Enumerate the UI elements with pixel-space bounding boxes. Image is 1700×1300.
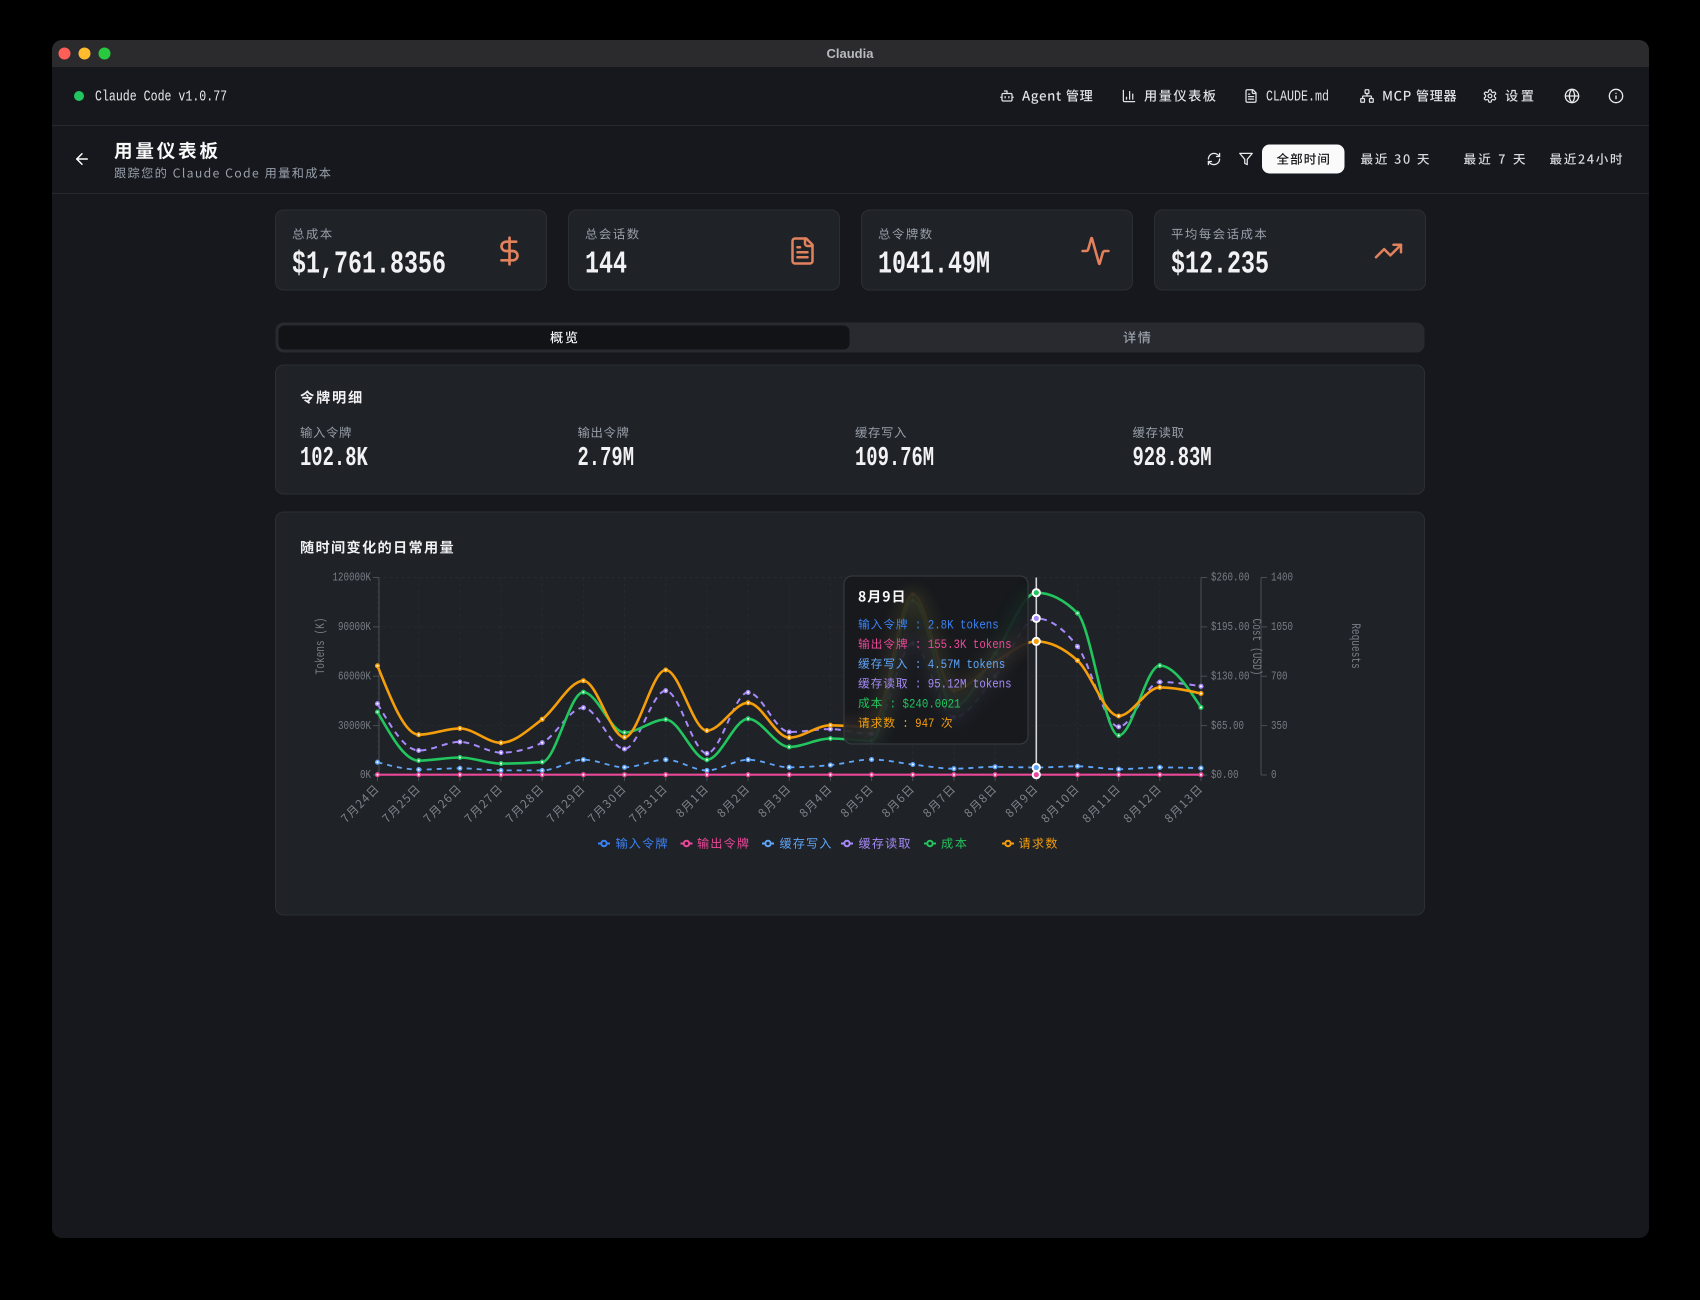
svg-text:109.76M: 109.76M — [855, 444, 934, 474]
svg-text:120000K: 120000K — [333, 571, 372, 585]
svg-text:1400: 1400 — [1271, 571, 1293, 585]
svg-text:Claude Code v1.0.77: Claude Code v1.0.77 — [95, 90, 227, 106]
svg-text:2.79M: 2.79M — [578, 444, 635, 474]
svg-text:Requests: Requests — [1348, 623, 1363, 669]
svg-text:1041.49M: 1041.49M — [878, 248, 990, 283]
svg-text:: 4.57M tokens: : 4.57M tokens — [908, 657, 1005, 672]
svg-text:102.8K: 102.8K — [300, 444, 368, 474]
svg-text:700: 700 — [1271, 670, 1288, 684]
svg-text:$130.00: $130.00 — [1211, 670, 1250, 684]
svg-text:CLAUDE.md: CLAUDE.md — [1266, 90, 1329, 106]
svg-text:$12.235: $12.235 — [1171, 248, 1269, 283]
svg-text:: 2.8K tokens: : 2.8K tokens — [908, 618, 998, 633]
svg-text:928.83M: 928.83M — [1133, 444, 1212, 474]
svg-text:$260.00: $260.00 — [1211, 571, 1250, 585]
svg-text:1050: 1050 — [1271, 620, 1293, 634]
svg-text:Cost (USD): Cost (USD) — [1249, 619, 1264, 676]
svg-text:$0.00: $0.00 — [1211, 768, 1239, 782]
svg-text:0: 0 — [1271, 768, 1277, 782]
svg-text:90000K: 90000K — [338, 620, 371, 634]
svg-text:30000K: 30000K — [338, 719, 371, 733]
svg-text:$65.00: $65.00 — [1211, 719, 1244, 733]
svg-text:: 947: : 947 — [896, 716, 941, 731]
svg-text:: $240.0021: : $240.0021 — [883, 696, 960, 711]
svg-text:0K: 0K — [360, 768, 371, 782]
svg-text:Claudia: Claudia — [827, 46, 875, 61]
svg-text:$1,761.8356: $1,761.8356 — [292, 248, 446, 283]
svg-text:Tokens (K): Tokens (K) — [313, 618, 328, 675]
svg-text:$195.00: $195.00 — [1211, 620, 1250, 634]
svg-text:350: 350 — [1271, 719, 1288, 733]
svg-text:60000K: 60000K — [338, 670, 371, 684]
svg-text:144: 144 — [585, 248, 627, 283]
svg-text:: 155.3K tokens: : 155.3K tokens — [908, 637, 1011, 652]
svg-text:: 95.12M tokens: : 95.12M tokens — [908, 677, 1011, 692]
